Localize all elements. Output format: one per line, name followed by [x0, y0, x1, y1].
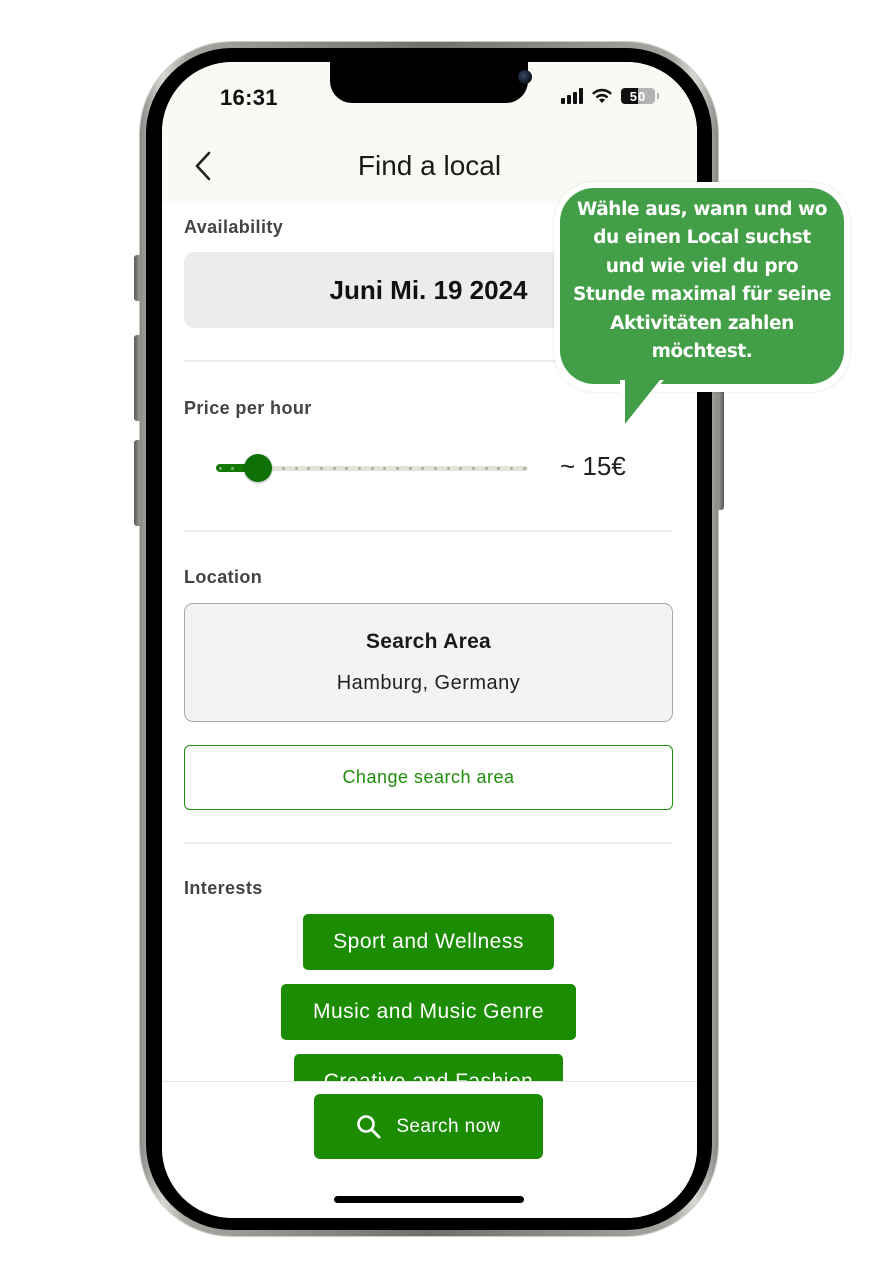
front-camera: [518, 70, 532, 84]
tooltip-line: Aktivitäten zahlen: [610, 312, 794, 334]
tooltip-line: möchtest.: [651, 341, 753, 362]
slider-tick: [446, 467, 450, 470]
slider-tick: [484, 467, 488, 470]
wifi-icon: [592, 88, 612, 103]
slider-tick: [433, 467, 437, 470]
interest-chip-sport[interactable]: Sport and Wellness: [303, 914, 554, 970]
search-area-title: Search Area: [365, 630, 492, 653]
slider-tick: [471, 467, 475, 470]
interests-label: Interests: [184, 878, 263, 898]
price-value: ~ 15€: [560, 451, 626, 481]
battery-icon: 50: [621, 88, 655, 104]
side-button-power: [718, 385, 724, 510]
availability-label: Availability: [184, 217, 284, 237]
side-button-volume-down: [134, 440, 140, 526]
search-area-box: Search Area Hamburg, Germany: [184, 603, 673, 722]
tooltip-body: Wähle aus, wann und wo du einen Local su…: [560, 188, 844, 384]
page-title: Find a local: [357, 150, 502, 181]
battery-cap: [657, 93, 659, 99]
slider-tick: [218, 467, 222, 470]
interest-chip-music[interactable]: Music and Music Genre: [281, 984, 576, 1040]
home-indicator: [334, 1196, 524, 1203]
search-now-button[interactable]: Search now: [314, 1094, 543, 1159]
status-icons: 50: [561, 88, 659, 104]
slider-tick: [357, 467, 361, 470]
tooltip-line: du einen Local suchst: [593, 227, 811, 248]
slider-tick: [294, 467, 298, 470]
tooltip-line: und wie viel du pro: [605, 255, 799, 277]
change-search-area-button[interactable]: Change search area: [184, 745, 673, 810]
price-label: Price per hour: [184, 398, 312, 418]
divider: [184, 530, 673, 532]
tooltip-line: Wähle aus, wann und wo: [576, 198, 828, 220]
side-button-volume-up: [134, 335, 140, 421]
tooltip-bubble: Wähle aus, wann und wo du einen Local su…: [554, 182, 850, 392]
cellular-signal-icon: [561, 88, 583, 104]
slider-tick: [408, 467, 412, 470]
divider: [184, 842, 673, 844]
tooltip-line: Stunde maximal für seine: [572, 284, 832, 305]
slider-tick: [319, 467, 323, 470]
slider-tick: [370, 467, 374, 470]
search-now-label: Search now: [396, 1115, 501, 1137]
slider-tick: [332, 467, 336, 470]
slider-thumb[interactable]: [244, 454, 272, 482]
slider-tick: [522, 467, 526, 470]
location-label: Location: [184, 567, 263, 587]
slider-tick: [281, 467, 285, 470]
tooltip-tail: [620, 380, 664, 432]
search-icon: [357, 1114, 381, 1138]
battery-level: 50: [629, 88, 647, 104]
search-area-value: Hamburg, Germany: [336, 672, 521, 694]
slider-tick: [509, 467, 513, 470]
slider-tick: [395, 467, 399, 470]
price-slider[interactable]: [216, 453, 528, 483]
side-button-mute: [134, 255, 140, 301]
status-time: 16:31: [220, 85, 278, 110]
notch: [330, 62, 532, 103]
selected-date: Juni Mi. 19 2024: [329, 274, 528, 305]
tooltip-text: Wähle aus, wann und wo du einen Local su…: [565, 196, 839, 367]
